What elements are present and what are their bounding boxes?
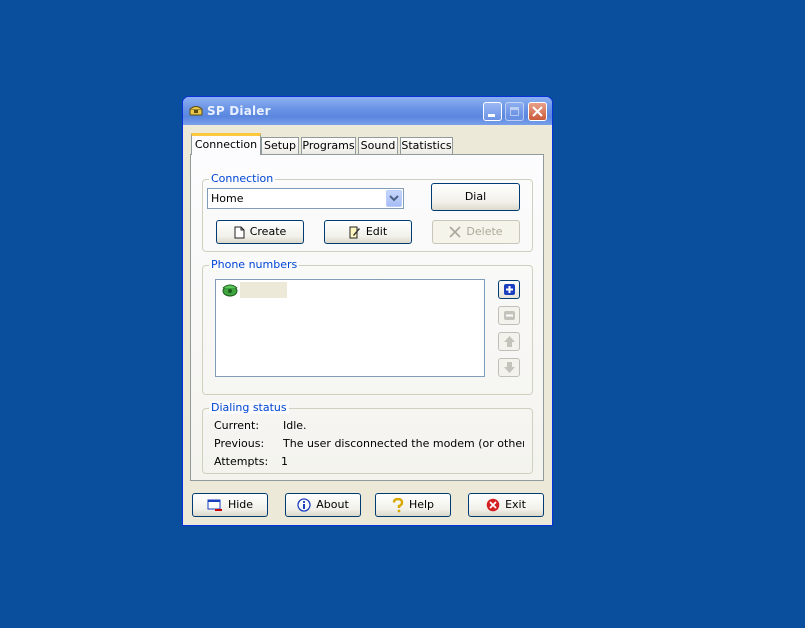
delete-button[interactable]: Delete — [432, 220, 520, 244]
green-phone-icon — [222, 284, 238, 297]
dial-button[interactable]: Dial — [431, 183, 520, 211]
phone-number-entry — [240, 282, 287, 298]
sp-dialer-window: SP Dialer Connection Setup Programs Soun… — [182, 96, 553, 526]
chevron-down-icon — [389, 195, 399, 202]
phone-numbers-list[interactable] — [215, 279, 485, 377]
move-up-button[interactable] — [498, 332, 520, 351]
current-label: Current: — [214, 419, 260, 432]
tab-sound[interactable]: Sound — [358, 137, 398, 154]
arrow-down-icon — [504, 362, 515, 373]
info-icon — [297, 498, 311, 512]
delete-x-icon — [449, 226, 461, 238]
maximize-icon — [510, 107, 519, 116]
tab-programs[interactable]: Programs — [301, 137, 356, 154]
list-item[interactable] — [219, 282, 289, 298]
exit-button[interactable]: Exit — [468, 493, 544, 517]
dropdown-arrow-button[interactable] — [386, 190, 402, 207]
telephone-icon — [189, 106, 203, 116]
attempts-label: Attempts: — [214, 455, 269, 468]
phone-numbers-group-label: Phone numbers — [209, 258, 300, 271]
add-number-button[interactable] — [498, 280, 520, 299]
connection-select[interactable]: Home — [207, 188, 404, 209]
previous-label: Previous: — [214, 437, 265, 450]
tab-statistics[interactable]: Statistics — [400, 137, 453, 154]
move-down-button[interactable] — [498, 358, 520, 377]
new-document-icon — [234, 226, 245, 238]
maximize-button[interactable] — [505, 102, 524, 121]
title-bar[interactable]: SP Dialer — [183, 97, 552, 125]
create-button[interactable]: Create — [216, 220, 304, 244]
close-icon — [532, 106, 543, 117]
hide-window-icon — [207, 499, 222, 511]
connection-group-label: Connection — [209, 172, 276, 185]
help-label: Help — [408, 498, 435, 511]
delete-label: Delete — [466, 225, 503, 238]
arrow-up-icon — [504, 336, 515, 347]
attempts-value: 1 — [281, 455, 288, 468]
window-title: SP Dialer — [207, 104, 271, 118]
plus-icon — [504, 284, 515, 295]
hide-button[interactable]: Hide — [192, 493, 268, 517]
remove-number-button[interactable] — [498, 306, 520, 325]
exit-label: Exit — [505, 498, 526, 511]
hide-label: Hide — [227, 498, 254, 511]
exit-close-icon — [486, 498, 500, 512]
dialing-status-group-label: Dialing status — [209, 401, 289, 414]
about-label: About — [316, 498, 349, 511]
edit-label: Edit — [365, 225, 388, 238]
previous-value: The user disconnected the modem (or othe… — [283, 437, 524, 450]
help-question-icon — [392, 497, 404, 512]
connection-select-value: Home — [211, 192, 244, 205]
minimize-icon — [488, 114, 495, 117]
minus-icon — [504, 311, 515, 320]
about-button[interactable]: About — [285, 493, 361, 517]
help-button[interactable]: Help — [375, 493, 451, 517]
current-value: Idle. — [283, 419, 307, 432]
tab-connection[interactable]: Connection — [191, 133, 261, 155]
edit-document-icon — [349, 226, 360, 238]
create-label: Create — [249, 225, 287, 238]
tab-setup[interactable]: Setup — [261, 137, 299, 154]
close-button[interactable] — [528, 102, 547, 121]
dial-label: Dial — [464, 190, 487, 203]
minimize-button[interactable] — [483, 102, 502, 121]
edit-button[interactable]: Edit — [324, 220, 412, 244]
